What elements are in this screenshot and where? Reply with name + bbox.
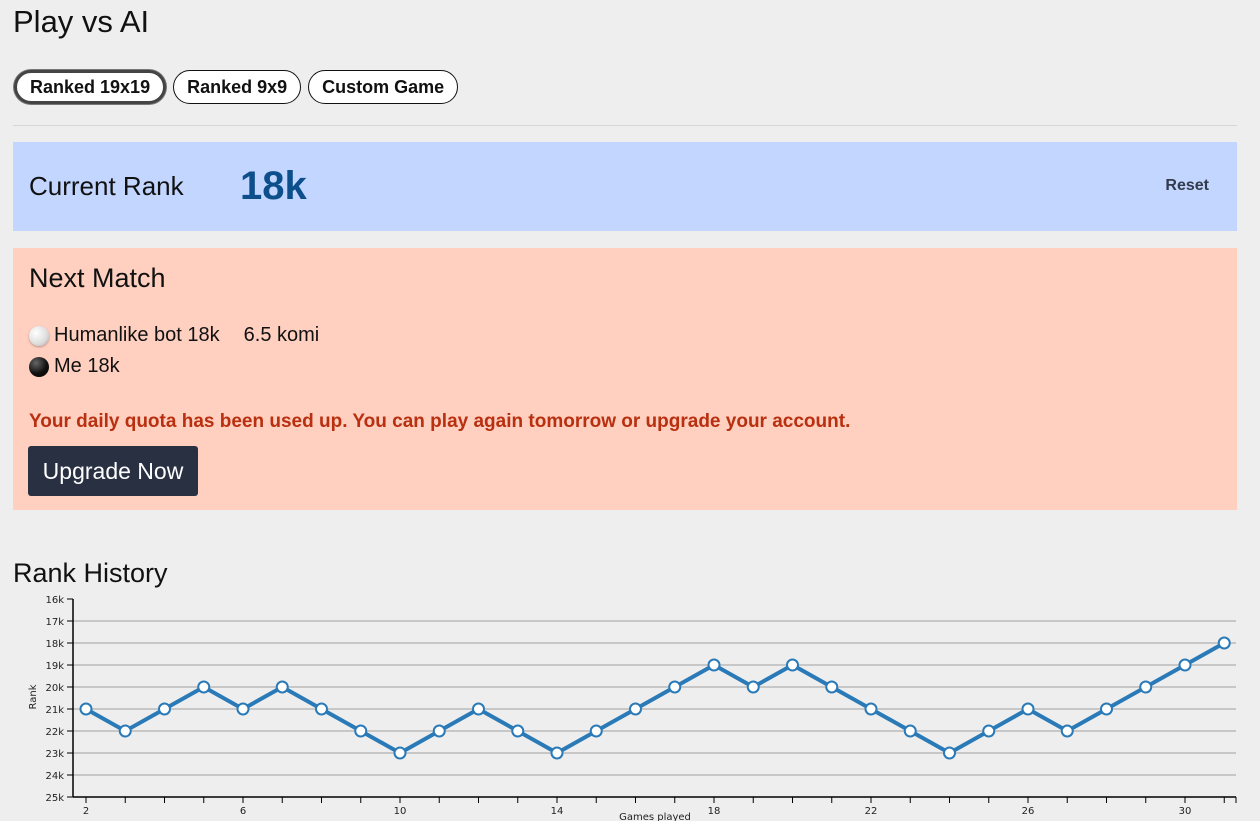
divider [13, 125, 1237, 126]
black-stone-icon [29, 356, 49, 377]
data-point [943, 746, 956, 760]
y-tick-label: 25k [45, 793, 64, 804]
data-point [825, 680, 839, 694]
y-tick-label: 18k [45, 639, 64, 650]
x-axis-label: Games played [619, 812, 691, 821]
y-tick-label: 23k [45, 749, 64, 760]
x-tick-label: 10 [394, 806, 407, 817]
rank-history-title: Rank History [13, 558, 168, 588]
data-point [668, 680, 682, 694]
next-match-panel: Next Match Humanlike bot 18k 6.5 komi Me… [13, 248, 1237, 510]
data-point [1100, 702, 1113, 716]
x-tick-label: 22 [865, 806, 878, 817]
y-tick-label: 22k [45, 727, 64, 738]
current-rank-banner: Current Rank 18k Reset [13, 142, 1237, 231]
komi: 6.5 komi [243, 324, 320, 346]
rank-line [85, 641, 1226, 755]
y-tick-label: 17k [45, 617, 64, 628]
data-point [903, 724, 917, 738]
data-point [472, 702, 485, 716]
rank-history-chart: 16k17k18k19k20k21k22k23k24k25k 2 6 10 14 18 2… [28, 595, 1237, 821]
x-tick-label: 18 [708, 806, 721, 817]
quota-message: Your daily quota has been used up. You c… [29, 411, 851, 432]
x-tick-label: 14 [551, 806, 564, 817]
y-axis-label: Rank [28, 684, 39, 709]
data-point [236, 702, 250, 716]
data-point [746, 680, 760, 694]
x-tick-label: 26 [1022, 806, 1035, 817]
x-tick-label: 2 [83, 806, 89, 817]
me-row: Me 18k [29, 355, 120, 378]
data-point [79, 702, 93, 716]
me-name: Me 18k [54, 355, 120, 377]
x-tick-label: 30 [1179, 806, 1192, 817]
data-point [158, 702, 171, 716]
data-point [589, 724, 603, 738]
y-tick-label: 20k [45, 683, 64, 694]
data-point [197, 680, 211, 694]
y-tick-label: 16k [45, 595, 64, 606]
reset-button[interactable]: Reset [1165, 177, 1209, 195]
y-tick-label: 24k [45, 771, 64, 782]
y-tick-label: 21k [45, 705, 64, 716]
y-tick-label: 19k [45, 661, 64, 672]
data-point [707, 658, 721, 672]
current-rank-label: Current Rank [29, 171, 184, 201]
current-rank-value: 18k [240, 164, 307, 208]
game-mode-tabs: Ranked 19x19 Ranked 9x9 Custom Game [14, 70, 459, 104]
tab-custom-game[interactable]: Custom Game [308, 70, 459, 104]
next-match-title: Next Match [29, 263, 166, 293]
data-point [354, 724, 368, 738]
tab-ranked-19x19[interactable]: Ranked 19x19 [14, 70, 167, 104]
data-point [275, 680, 289, 694]
page-title: Play vs AI [13, 4, 150, 39]
data-point [1021, 702, 1035, 716]
upgrade-now-button[interactable]: Upgrade Now [28, 446, 198, 496]
tab-ranked-9x9[interactable]: Ranked 9x9 [173, 70, 302, 104]
white-stone-icon [29, 325, 49, 346]
data-point [393, 746, 407, 760]
data-point [629, 702, 642, 716]
data-point [1217, 636, 1231, 650]
x-tick-label: 6 [240, 806, 246, 817]
data-point [1178, 658, 1192, 672]
data-point [1060, 724, 1074, 738]
data-point [511, 724, 525, 738]
data-point [550, 746, 564, 760]
data-point [1139, 680, 1153, 694]
opponent-row: Humanlike bot 18k 6.5 komi [29, 324, 319, 347]
data-point [315, 702, 328, 716]
data-point [786, 658, 799, 672]
data-point [118, 724, 132, 738]
data-point [432, 724, 446, 738]
data-point [982, 724, 996, 738]
data-point [864, 702, 878, 716]
opponent-name: Humanlike bot 18k [54, 324, 220, 346]
